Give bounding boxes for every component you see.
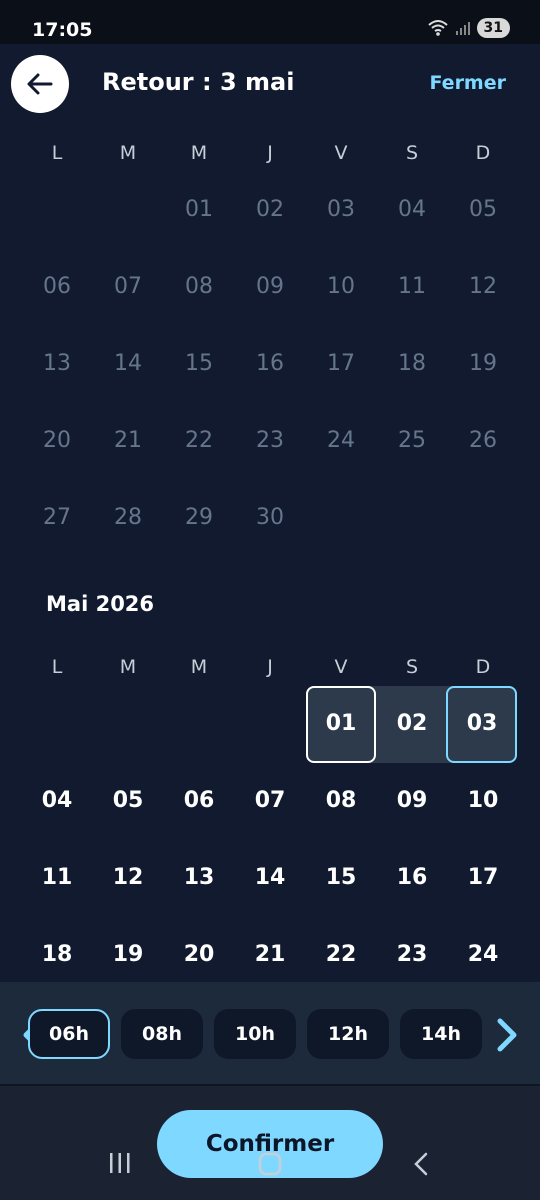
calendar-day[interactable]: 07 [235, 788, 305, 813]
calendar-day[interactable]: 09 [377, 788, 447, 813]
month-title: Mai 2026 [46, 592, 155, 616]
calendar-day[interactable]: 18 [22, 942, 92, 967]
calendar-day: 07 [114, 274, 142, 299]
calendar-day: 22 [185, 428, 213, 453]
calendar-day: 10 [327, 274, 355, 299]
calendar-day: 23 [256, 428, 284, 453]
weekday-label: M [190, 142, 208, 164]
weekday-label: J [267, 142, 273, 164]
calendar-day[interactable]: 20 [164, 942, 234, 967]
calendar-day: 02 [256, 197, 284, 222]
time-chip[interactable]: 08h [121, 1009, 203, 1059]
calendar-day: 03 [327, 197, 355, 222]
arrow-left-icon [27, 73, 53, 95]
chevron-right-icon[interactable] [492, 1018, 520, 1052]
calendar-day[interactable]: 08 [306, 788, 376, 813]
home-icon[interactable] [258, 1152, 282, 1176]
nav-back-icon[interactable] [410, 1152, 432, 1176]
calendar-day[interactable]: 13 [164, 865, 234, 890]
weekday-label: J [267, 656, 273, 678]
calendar-day: 18 [398, 351, 426, 376]
calendar-day: 04 [398, 197, 426, 222]
status-time: 17:05 [32, 19, 93, 41]
time-chip[interactable]: 12h [307, 1009, 389, 1059]
time-selector: 06h 08h 10h 12h 14h [0, 982, 540, 1086]
calendar-day: 21 [114, 428, 142, 453]
bottom-bar: Confirmer [0, 1086, 540, 1200]
calendar-day: 16 [256, 351, 284, 376]
calendar-day[interactable]: 12 [93, 865, 163, 890]
calendar-day[interactable]: 11 [22, 865, 92, 890]
calendar-day: 30 [256, 505, 284, 530]
calendar-day: 28 [114, 505, 142, 530]
weekday-label: M [119, 142, 137, 164]
calendar-day: 26 [469, 428, 497, 453]
time-chip[interactable]: 14h [400, 1009, 482, 1059]
calendar-day: 29 [185, 505, 213, 530]
calendar-day: 09 [256, 274, 284, 299]
weekday-label: D [475, 656, 491, 678]
weekday-label: M [119, 656, 137, 678]
weekday-label: D [475, 142, 491, 164]
calendar-day-in-range[interactable]: 02 [377, 711, 447, 736]
calendar-day-selected[interactable]: 01 [306, 711, 376, 736]
weekday-header: L M M J V S D [22, 142, 518, 172]
calendar-day[interactable]: 19 [93, 942, 163, 967]
calendar-day: 11 [398, 274, 426, 299]
calendar-day: 24 [327, 428, 355, 453]
calendar-day: 20 [43, 428, 71, 453]
calendar-day: 08 [185, 274, 213, 299]
close-button[interactable]: Fermer [429, 72, 506, 94]
calendar-day[interactable]: 16 [377, 865, 447, 890]
status-bar: 17:05 31 [0, 0, 540, 44]
calendar-day: 13 [43, 351, 71, 376]
calendar-day: 25 [398, 428, 426, 453]
weekday-label: S [405, 656, 419, 678]
weekday-header: L M M J V S D [22, 656, 518, 686]
calendar-day: 14 [114, 351, 142, 376]
page-title: Retour : 3 mai [102, 68, 295, 96]
calendar-day[interactable]: 05 [93, 788, 163, 813]
calendar-day[interactable]: 06 [164, 788, 234, 813]
signal-icon [455, 22, 470, 35]
calendar-day[interactable]: 24 [448, 942, 518, 967]
status-icons: 31 [427, 18, 510, 38]
calendar-day: 15 [185, 351, 213, 376]
weekday-label: L [51, 142, 63, 164]
back-button[interactable] [11, 55, 69, 113]
battery-indicator: 31 [476, 18, 510, 38]
calendar-day[interactable]: 22 [306, 942, 376, 967]
calendar-day: 27 [43, 505, 71, 530]
time-chip-selected[interactable]: 06h [28, 1009, 110, 1059]
weekday-label: V [334, 656, 348, 678]
calendar-day[interactable]: 04 [22, 788, 92, 813]
weekday-label: S [405, 142, 419, 164]
weekday-label: V [334, 142, 348, 164]
wifi-icon [427, 20, 448, 36]
recent-apps-icon[interactable] [108, 1152, 132, 1174]
calendar-day[interactable]: 14 [235, 865, 305, 890]
calendar-day: 06 [43, 274, 71, 299]
calendar-day[interactable]: 21 [235, 942, 305, 967]
calendar-day[interactable]: 23 [377, 942, 447, 967]
calendar-day[interactable]: 17 [448, 865, 518, 890]
header: Retour : 3 mai Fermer [0, 44, 540, 124]
calendar-day: 17 [327, 351, 355, 376]
calendar-day[interactable]: 15 [306, 865, 376, 890]
calendar-day: 12 [469, 274, 497, 299]
weekday-label: L [51, 656, 63, 678]
calendar-day-selected[interactable]: 03 [447, 711, 517, 736]
calendar-day[interactable]: 10 [448, 788, 518, 813]
time-chip[interactable]: 10h [214, 1009, 296, 1059]
calendar-day: 05 [469, 197, 497, 222]
calendar-day: 19 [469, 351, 497, 376]
calendar-day: 01 [185, 197, 213, 222]
weekday-label: M [190, 656, 208, 678]
